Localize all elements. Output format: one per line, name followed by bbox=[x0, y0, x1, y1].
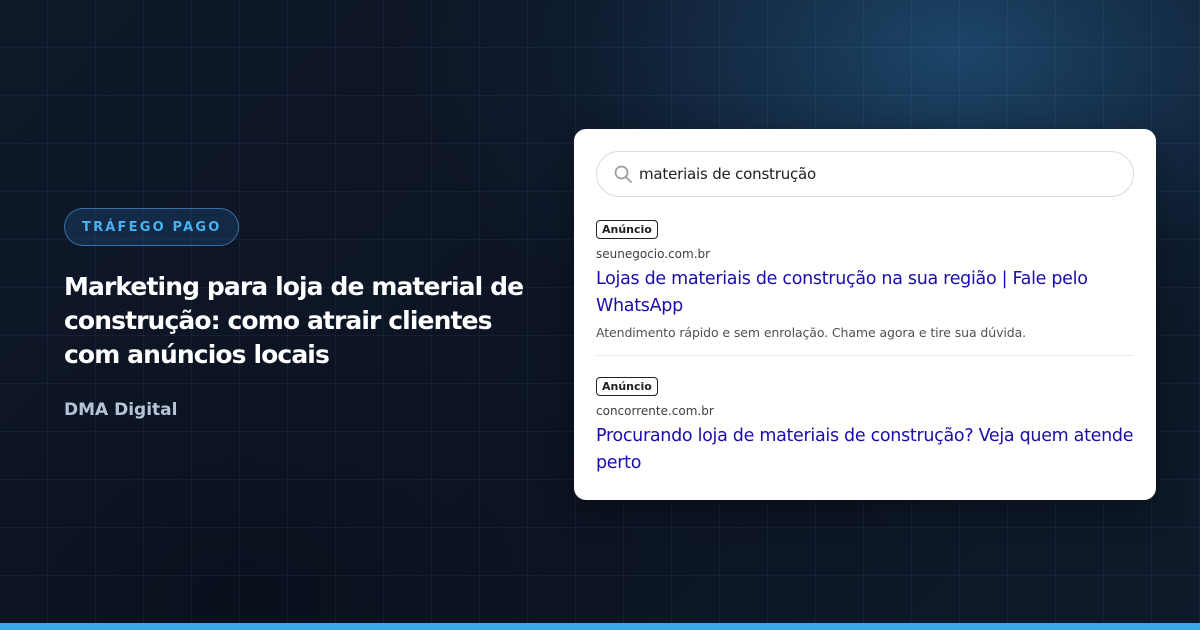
ad-description: Atendimento rápido e sem enrolação. Cham… bbox=[596, 325, 1027, 340]
ad-result: Anúncio concorrente.com.br Procurando lo… bbox=[596, 375, 1134, 477]
search-box[interactable]: materiais de construção bbox=[596, 151, 1134, 197]
ad-badge: Anúncio bbox=[596, 377, 658, 396]
search-query[interactable]: materiais de construção bbox=[639, 165, 816, 183]
ad-badge: Anúncio bbox=[596, 220, 658, 239]
ad-title-link[interactable]: Procurando loja de materiais de construç… bbox=[596, 423, 1134, 477]
search-icon bbox=[613, 164, 633, 184]
category-tag: TRÁFEGO PAGO bbox=[64, 208, 240, 246]
ad-result: Anúncio seunegocio.com.br Lojas de mater… bbox=[596, 218, 1134, 356]
author-name: DMA Digital bbox=[64, 400, 178, 420]
headline: Marketing para loja de material de const… bbox=[64, 272, 524, 369]
ad-domain[interactable]: seunegocio.com.br bbox=[596, 247, 1134, 261]
ad-title-link[interactable]: Lojas de materiais de construção na sua … bbox=[596, 266, 1134, 320]
hero-section: TRÁFEGO PAGO Marketing para loja de mate… bbox=[64, 208, 534, 420]
ad-domain[interactable]: concorrente.com.br bbox=[596, 404, 1134, 418]
bottom-accent-bar bbox=[0, 623, 1200, 630]
search-results-card: materiais de construção Anúncio seunegoc… bbox=[574, 129, 1156, 500]
